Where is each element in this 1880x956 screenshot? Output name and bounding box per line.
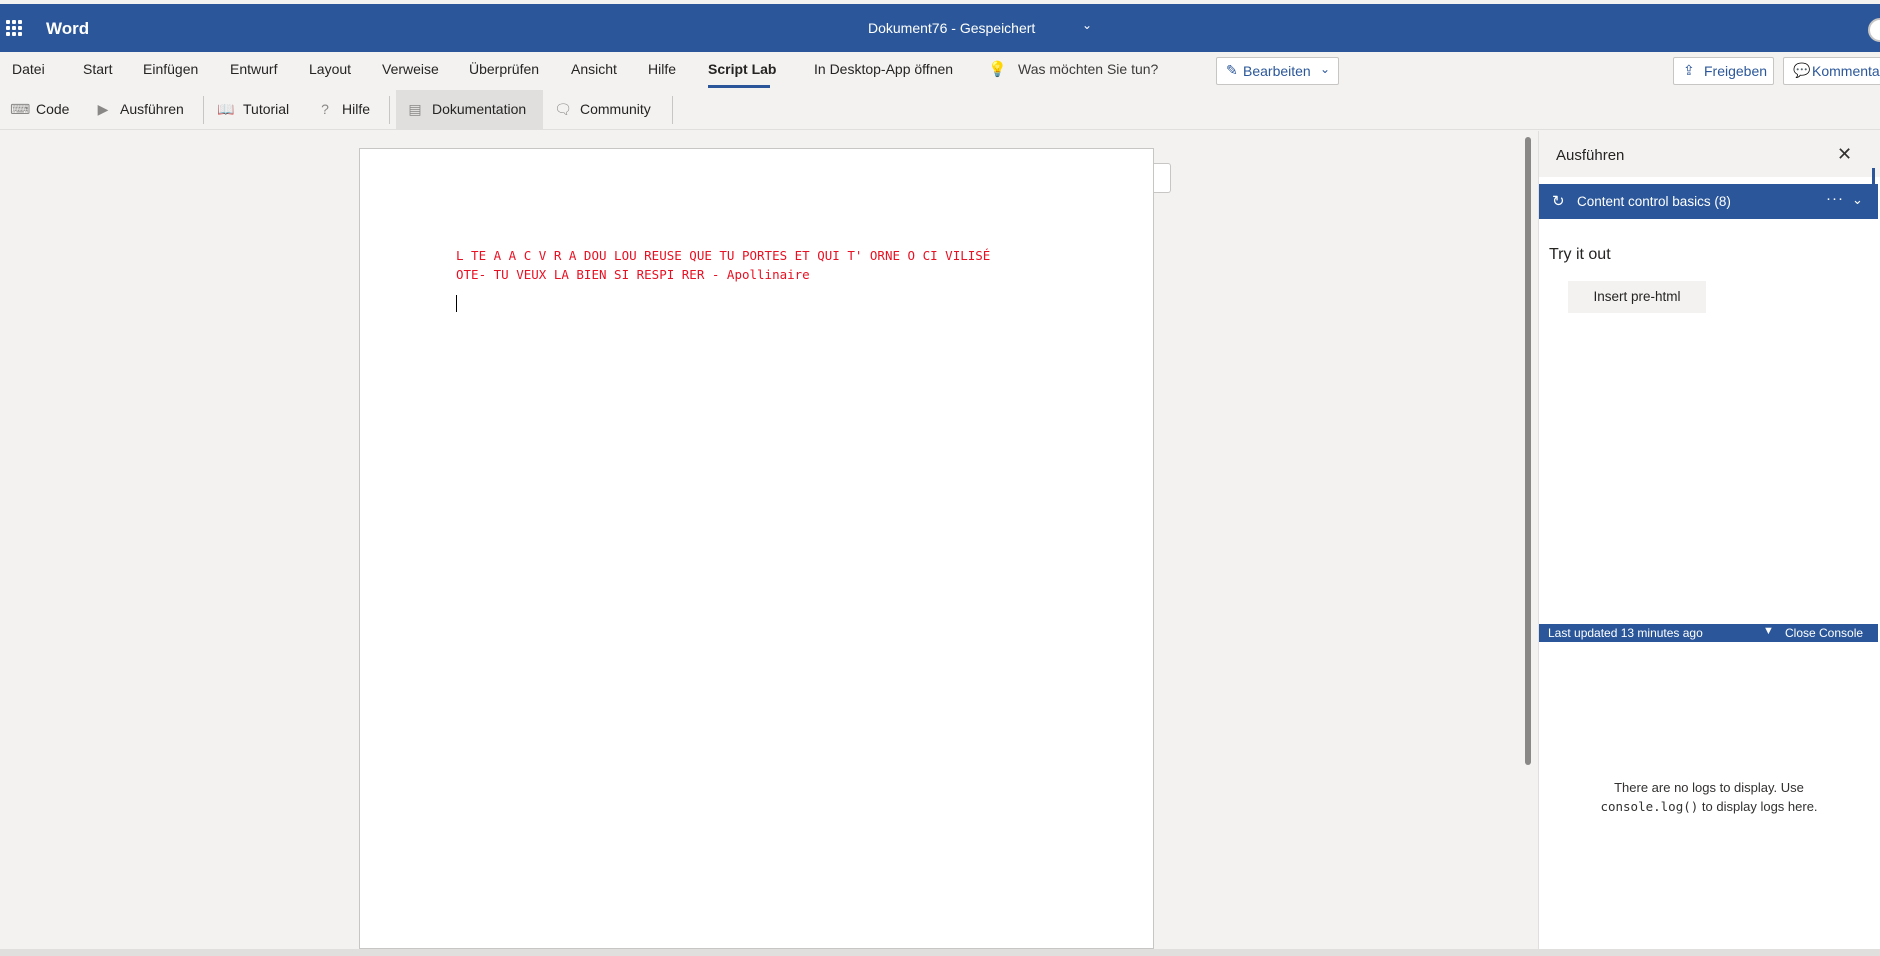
no-logs-prefix: There are no logs to display. Use: [1614, 780, 1804, 795]
document-text[interactable]: L TE A A C V R A DOU LOU REUSE QUE TU PO…: [456, 246, 990, 284]
console-header: Last updated 13 minutes ago ▼ Close Cons…: [1539, 624, 1878, 642]
run-label: Ausführen: [120, 101, 184, 117]
pane-title: Ausführen: [1556, 147, 1625, 164]
caret-down-icon[interactable]: ▼: [1763, 625, 1774, 637]
community-button[interactable]: 🗨 Community: [554, 90, 651, 130]
document-line-1: L TE A A C V R A DOU LOU REUSE QUE TU PO…: [456, 248, 991, 263]
chevron-down-icon: ⌄: [1320, 62, 1331, 76]
close-icon[interactable]: ✕: [1837, 144, 1852, 165]
tab-layout[interactable]: Layout: [309, 61, 351, 77]
status-bar: [0, 949, 1880, 956]
app-name[interactable]: Word: [46, 19, 89, 39]
code-button[interactable]: ⌨ Code: [10, 90, 69, 130]
tutorial-button[interactable]: 📖 Tutorial: [217, 90, 289, 130]
vertical-scrollbar[interactable]: [1525, 137, 1531, 765]
code-icon: ⌨: [10, 101, 31, 117]
document-page[interactable]: L TE A A C V R A DOU LOU REUSE QUE TU PO…: [359, 148, 1154, 949]
chevron-down-icon[interactable]: ⌄: [1082, 18, 1092, 32]
close-console-button[interactable]: Close Console: [1785, 626, 1863, 640]
tutorial-label: Tutorial: [243, 101, 290, 117]
pencil-icon: ✎: [1226, 62, 1238, 78]
document-canvas: L TE A A C V R A DOU LOU REUSE QUE TU PO…: [0, 131, 1538, 949]
run-button[interactable]: ▶ Ausführen: [94, 90, 184, 130]
tab-verweise[interactable]: Verweise: [382, 61, 439, 77]
lightbulb-icon[interactable]: 💡: [988, 60, 1007, 78]
avatar[interactable]: [1868, 18, 1880, 42]
comments-label: Kommentare: [1812, 63, 1880, 79]
edit-mode-button[interactable]: ✎ Bearbeiten ⌄: [1216, 57, 1339, 85]
more-options-icon[interactable]: ···: [1826, 190, 1844, 207]
tab-einfuegen[interactable]: Einfügen: [143, 61, 198, 77]
community-icon: 🗨: [554, 101, 572, 117]
community-label: Community: [580, 101, 651, 117]
insert-pre-html-button[interactable]: Insert pre-html: [1568, 281, 1706, 313]
documentation-icon: ▤: [408, 101, 422, 117]
pane-header: Ausführen ✕: [1539, 131, 1880, 177]
documentation-label: Dokumentation: [432, 101, 527, 117]
help-button[interactable]: ? Hilfe: [316, 90, 370, 130]
help-label: Hilfe: [342, 101, 371, 117]
section-title: Try it out: [1549, 246, 1611, 263]
toolbar-divider: [672, 96, 673, 124]
no-logs-suffix: to display logs here.: [1701, 799, 1818, 814]
document-title[interactable]: Dokument76 - Gespeichert: [868, 20, 1035, 36]
tab-ansicht[interactable]: Ansicht: [571, 61, 617, 77]
tab-datei[interactable]: Datei: [12, 61, 45, 77]
snippet-header[interactable]: ↻ Content control basics (8) ··· ⌄: [1539, 184, 1878, 219]
run-icon: ▶: [97, 101, 109, 117]
tab-hilfe[interactable]: Hilfe: [648, 61, 676, 77]
script-lab-toolbar: ⌨ Code ▶ Ausführen 📖 Tutorial ? Hilfe ▤ Dokum…: [0, 90, 1880, 130]
documentation-button[interactable]: ▤ Dokumentation: [396, 90, 543, 130]
edit-mode-label: Bearbeiten: [1243, 63, 1311, 79]
share-icon: ⇪: [1683, 62, 1695, 78]
tab-script-lab[interactable]: Script Lab: [708, 61, 776, 77]
share-button[interactable]: ⇪ Freigeben: [1673, 57, 1774, 85]
console-last-updated: Last updated 13 minutes ago: [1548, 626, 1703, 640]
tab-start[interactable]: Start: [83, 61, 113, 77]
comment-icon: 💬: [1793, 62, 1811, 78]
script-lab-pane: Ausführen ✕ ↻ Content control basics (8)…: [1538, 131, 1880, 949]
page-side-tab: [1154, 163, 1171, 193]
ribbon-tabs: Datei Start Einfügen Entwurf Layout Verw…: [0, 52, 1880, 90]
code-label: Code: [36, 101, 70, 117]
text-cursor: [456, 295, 457, 312]
no-logs-code: console.log(): [1600, 799, 1699, 814]
toolbar-divider: [203, 96, 204, 124]
chevron-down-icon[interactable]: ⌄: [1852, 192, 1863, 208]
snippet-name: Content control basics (8): [1577, 194, 1731, 209]
book-icon: 📖: [217, 101, 235, 117]
console-empty-message: There are no logs to display. Use consol…: [1559, 778, 1859, 816]
active-tab-indicator: [708, 85, 770, 88]
open-in-desktop-app[interactable]: In Desktop-App öffnen: [814, 61, 953, 77]
comments-button[interactable]: 💬 Kommentare: [1783, 57, 1880, 85]
refresh-icon[interactable]: ↻: [1552, 192, 1565, 210]
share-label: Freigeben: [1704, 63, 1768, 79]
app-header: Word Dokument76 - Gespeichert ⌄: [0, 4, 1880, 52]
document-line-2: OTE- TU VEUX LA BIEN SI RESPI RER - Apol…: [456, 267, 810, 282]
tab-entwurf[interactable]: Entwurf: [230, 61, 277, 77]
toolbar-divider: [389, 96, 390, 124]
tab-ueberpruefen[interactable]: Überprüfen: [469, 61, 539, 77]
app-launcher-icon[interactable]: [6, 20, 22, 36]
help-icon: ?: [321, 101, 329, 117]
tell-me-search[interactable]: Was möchten Sie tun?: [1018, 61, 1158, 77]
